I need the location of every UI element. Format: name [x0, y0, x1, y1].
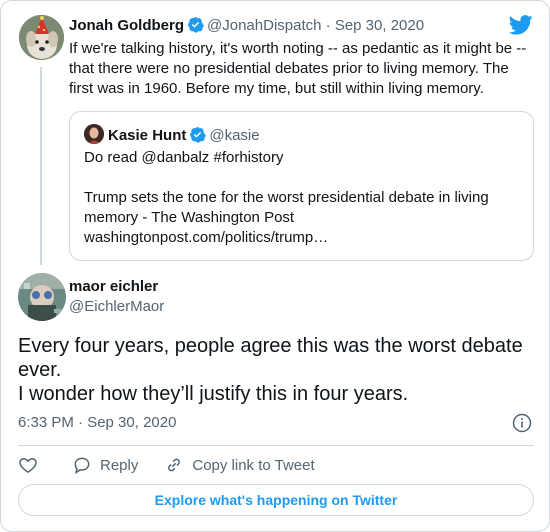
- quoted-author-handle: @kasie: [209, 127, 260, 144]
- main-author-handle[interactable]: @EichlerMaor: [69, 297, 164, 317]
- tweet-actions-bar: Reply Copy link to Tweet: [18, 453, 341, 477]
- info-icon[interactable]: [512, 413, 532, 433]
- main-text-line-2: I wonder how they’ll justify this in fou…: [18, 383, 409, 405]
- glitch-avatar-image: [18, 273, 66, 321]
- like-button[interactable]: [18, 455, 46, 475]
- thread-connector-line: [40, 67, 42, 265]
- heart-icon: [19, 457, 37, 473]
- verified-badge-icon: [189, 126, 207, 149]
- parent-tweet-text: If we're talking history, it's worth not…: [69, 40, 527, 97]
- parent-tweet-date[interactable]: Sep 30, 2020: [335, 17, 424, 34]
- quoted-tweet-header: Kasie Hunt @kasie: [84, 124, 260, 149]
- quoted-tweet-text: Do read @danbalz #forhistory Trump sets …: [84, 148, 524, 248]
- parent-author-avatar[interactable]: [19, 15, 64, 60]
- quoted-author-avatar: [84, 124, 104, 144]
- quoted-line-2: Trump sets the tone for the worst presid…: [84, 189, 489, 226]
- actions-divider: [18, 445, 534, 446]
- parent-author-handle[interactable]: @JonahDispatch: [207, 17, 321, 34]
- reply-label: Reply: [100, 456, 139, 474]
- twitter-bird-icon[interactable]: [509, 15, 533, 35]
- verified-badge-icon: [187, 16, 204, 39]
- quoted-link[interactable]: washingtonpost.com/politics/trump…: [84, 228, 524, 248]
- link-icon: [168, 458, 181, 472]
- main-author-avatar[interactable]: [18, 273, 66, 321]
- copy-link-label: Copy link to Tweet: [192, 456, 315, 474]
- copy-link-button[interactable]: Copy link to Tweet: [164, 455, 315, 475]
- parent-author-name[interactable]: Jonah Goldberg: [69, 17, 184, 34]
- main-text-line-1: Every four years, people agree this was …: [18, 335, 523, 381]
- woman-avatar-image: [84, 124, 104, 144]
- speech-bubble-icon: [74, 457, 90, 475]
- embedded-tweet-card: Jonah Goldberg @JonahDispatch · Sep 30, 2…: [0, 0, 550, 532]
- main-author-name[interactable]: maor eichler: [69, 277, 158, 297]
- main-tweet-timestamp[interactable]: 6:33 PM · Sep 30, 2020: [18, 413, 176, 433]
- parent-tweet-header: Jonah Goldberg @JonahDispatch · Sep 30, 2…: [69, 16, 424, 39]
- dog-avatar-image: [19, 15, 64, 60]
- quoted-line-1: Do read @danbalz #forhistory: [84, 149, 284, 166]
- quoted-author-name: Kasie Hunt: [108, 127, 187, 144]
- quoted-tweet-card[interactable]: Kasie Hunt @kasie Do read @danbalz #forhi…: [69, 111, 534, 261]
- explore-twitter-button[interactable]: Explore what's happening on Twitter: [18, 484, 534, 516]
- main-tweet-text: Every four years, people agree this was …: [18, 334, 538, 406]
- reply-button[interactable]: Reply: [72, 455, 138, 475]
- header-separator: ·: [325, 17, 331, 34]
